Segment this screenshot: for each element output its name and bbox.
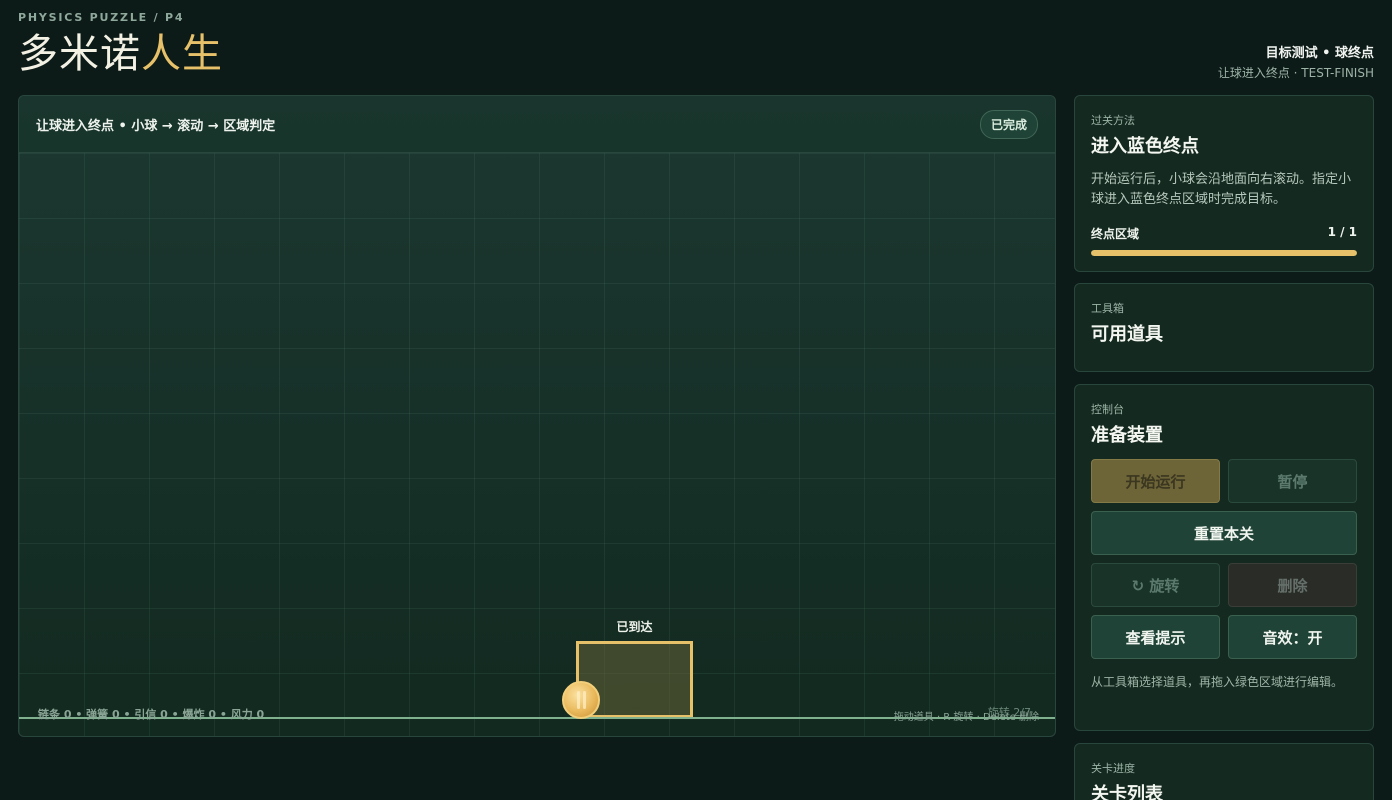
objective-kicker: 过关方法 [1091,114,1135,127]
progress-bar-fill [1091,250,1357,256]
level-info: 目标测试 • 球终点 让球进入终点 · TEST-FINISH [1218,42,1374,81]
controls-title: 准备装置 [1091,425,1163,446]
sound-toggle-button[interactable]: 音效：开 [1228,615,1357,659]
rotate-button[interactable]: ↻ 旋转 [1091,563,1220,607]
goal-label: 已到达 [616,620,653,634]
toolbox-kicker: 工具箱 [1091,302,1124,315]
reset-button[interactable]: 重置本关 [1091,511,1357,555]
controls-card: 控制台 准备装置 开始运行 暂停 重置本关 ↻ 旋转 删除 查看提示 音效：开 … [1074,384,1374,731]
stage-hint: 拖动道具 · R 旋转 · Delete 删除 [893,712,1039,723]
controls-kicker: 控制台 [1091,403,1124,416]
progress-label: 终点区域 [1091,227,1140,241]
objective-description: 开始运行后，小球会沿地面向右滚动。指定小球进入蓝色终点区域时完成目标。 [1091,172,1352,207]
title-accent: 人生 [141,31,223,77]
level-subtitle: 让球进入终点 · TEST-FINISH [1217,66,1374,80]
eyebrow: PHYSICS PUZZLE / P4 [18,11,185,24]
levels-kicker: 关卡进度 [1091,762,1135,775]
title-main: 多米诺 [18,31,141,77]
physics-canvas[interactable]: 已到达 链条 0 • 弹簧 0 • 引信 0 • 爆炸 0 • 风力 0 旋转 … [19,153,1055,736]
objective-title: 进入蓝色终点 [1091,136,1199,157]
app: PHYSICS PUZZLE / P4 多米诺人生 目标测试 • 球终点 让球进… [0,0,1392,800]
stage-title: 让球进入终点 • 小球 → 滚动 → 区域判定 [36,118,276,134]
toolbox-title: 可用道具 [1091,324,1163,345]
pause-button[interactable]: 暂停 [1228,459,1357,503]
stage-header: 让球进入终点 • 小球 → 滚动 → 区域判定 已完成 [19,96,1055,153]
page-title: 多米诺人生 [18,28,223,80]
game-stage: 让球进入终点 • 小球 → 滚动 → 区域判定 已完成 已到达 链条 0 • 弹… [18,95,1056,737]
toolbox-card: 工具箱 可用道具 [1074,283,1374,372]
tool-stats: 链条 0 • 弹簧 0 • 引信 0 • 爆炸 0 • 风力 0 [38,708,265,721]
levels-card: 关卡进度 关卡列表 [1074,743,1374,800]
progress-bar [1091,250,1357,256]
objective-card: 过关方法 进入蓝色终点 开始运行后，小球会沿地面向右滚动。指定小球进入蓝色终点区… [1074,95,1374,272]
hint-button[interactable]: 查看提示 [1091,615,1220,659]
delete-button[interactable]: 删除 [1228,563,1357,607]
level-name: 目标测试 • 球终点 [1265,46,1374,61]
status-badge: 已完成 [979,109,1038,139]
progress-value: 1 / 1 [1327,225,1357,239]
progress-row: 终点区域 1 / 1 [1091,225,1357,242]
levels-title: 关卡列表 [1091,784,1163,800]
start-button[interactable]: 开始运行 [1091,459,1220,503]
controls-help-text: 从工具箱选择道具，再拖入绿色区域进行编辑。 [1091,675,1344,689]
ball [562,681,600,719]
control-buttons: 开始运行 暂停 重置本关 ↻ 旋转 删除 查看提示 音效：开 [1091,459,1357,659]
